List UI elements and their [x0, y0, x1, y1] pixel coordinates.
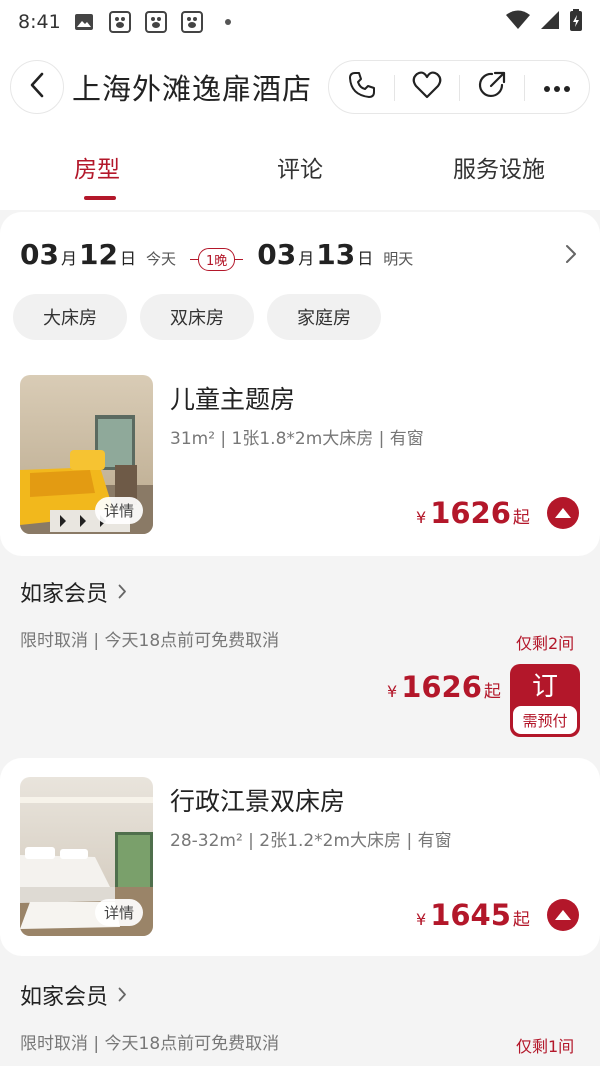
cancellation-policy: 限时取消 | 今天18点前可免费取消 — [20, 631, 280, 651]
rate-plan-name: 如家会员 — [20, 582, 109, 607]
baidu-notification-icon — [108, 11, 131, 33]
room-name[interactable]: 行政江景双床房 — [170, 782, 345, 818]
back-button[interactable] — [10, 60, 64, 114]
room-price: ¥1645 起 — [416, 898, 530, 932]
tab-bar: 房型 评论 服务设施 — [0, 140, 600, 204]
room-price: ¥1626 起 — [416, 496, 530, 530]
favorite-button[interactable] — [394, 61, 459, 113]
more-button[interactable] — [524, 61, 589, 113]
date-selector[interactable]: 03 月 12 日 今天 1晚 03 月 13 日 明天 — [20, 238, 413, 278]
share-icon — [477, 70, 507, 104]
chevron-up-icon — [554, 504, 572, 523]
tab-facilities[interactable]: 服务设施 — [453, 150, 545, 184]
room-photo[interactable]: 详情 — [20, 375, 153, 534]
room-detail-tag[interactable]: 详情 — [94, 497, 143, 524]
currency-symbol: ¥ — [416, 508, 427, 527]
tab-room-types[interactable]: 房型 — [74, 150, 120, 184]
filter-chip-king[interactable]: 大床房 — [13, 294, 127, 340]
checkout-month: 03 — [257, 238, 297, 271]
collapse-room-button[interactable] — [547, 899, 579, 931]
call-button[interactable] — [329, 61, 394, 113]
tab-reviews[interactable]: 评论 — [277, 150, 323, 184]
share-button[interactable] — [459, 61, 524, 113]
status-time: 8:41 — [18, 11, 61, 33]
collapse-room-button[interactable] — [547, 497, 579, 529]
currency-symbol: ¥ — [387, 682, 398, 701]
more-icon — [543, 78, 571, 97]
book-label: 订 — [531, 672, 558, 702]
stock-remaining: 仅剩2间 — [516, 634, 575, 653]
tab-active-indicator — [84, 196, 116, 200]
rate-plan-title[interactable]: 如家会员 — [20, 979, 127, 1011]
status-bar: 8:41 — [0, 0, 600, 44]
checkout-label: 明天 — [383, 250, 414, 268]
checkin-day: 12 — [78, 238, 118, 271]
nights-count: 1晚 — [197, 248, 236, 271]
chevron-left-icon — [29, 72, 45, 102]
dot-icon — [217, 11, 239, 33]
chevron-up-icon — [554, 906, 572, 925]
room-spec: 28-32m² | 2张1.2*2m大床房 | 有窗 — [170, 831, 452, 851]
chevron-right-icon[interactable] — [565, 244, 577, 268]
header-actions — [328, 60, 590, 114]
price-value: 1645 — [430, 898, 511, 932]
filter-chip-twin[interactable]: 双床房 — [140, 294, 254, 340]
day-unit: 日 — [357, 249, 374, 268]
price-value: 1626 — [401, 670, 482, 704]
prepay-label: 需预付 — [513, 706, 577, 734]
price-value: 1626 — [430, 496, 511, 530]
price-suffix: 起 — [512, 910, 530, 930]
chevron-right-icon — [118, 580, 127, 605]
room-spec: 31m² | 1张1.8*2m大床房 | 有窗 — [170, 429, 424, 449]
chevron-right-icon — [118, 983, 127, 1008]
checkin-month: 03 — [20, 238, 59, 271]
room-detail-tag[interactable]: 详情 — [94, 899, 143, 926]
currency-symbol: ¥ — [416, 910, 427, 929]
stock-remaining: 仅剩1间 — [516, 1037, 575, 1056]
checkin-label: 今天 — [145, 250, 176, 268]
cancellation-policy: 限时取消 | 今天18点前可免费取消 — [20, 1034, 280, 1054]
nights-badge: 1晚 — [189, 248, 244, 271]
price-suffix: 起 — [512, 508, 530, 528]
rate-plan-name: 如家会员 — [20, 985, 109, 1010]
room-name[interactable]: 儿童主题房 — [170, 380, 295, 416]
gallery-notification-icon — [73, 11, 95, 33]
checkout-day: 13 — [316, 238, 356, 271]
month-unit: 月 — [298, 249, 315, 268]
signal-icon — [540, 10, 560, 35]
filter-chip-family[interactable]: 家庭房 — [267, 294, 381, 340]
day-unit: 日 — [119, 249, 136, 268]
battery-icon — [570, 8, 582, 36]
page-title: 上海外滩逸扉酒店 — [72, 72, 313, 106]
app-header: 上海外滩逸扉酒店 — [0, 56, 600, 116]
rate-plan-title[interactable]: 如家会员 — [20, 576, 127, 608]
wifi-icon — [506, 10, 530, 35]
baidu-notification-icon — [180, 11, 203, 33]
book-button[interactable]: 订 需预付 — [510, 664, 580, 737]
month-unit: 月 — [60, 249, 77, 268]
room-photo[interactable]: 详情 — [20, 777, 153, 936]
baidu-notification-icon — [144, 11, 167, 33]
price-suffix: 起 — [483, 682, 501, 702]
heart-icon — [412, 71, 442, 103]
rate-plan-price: ¥1626 起 — [387, 670, 501, 704]
phone-icon — [347, 70, 377, 104]
